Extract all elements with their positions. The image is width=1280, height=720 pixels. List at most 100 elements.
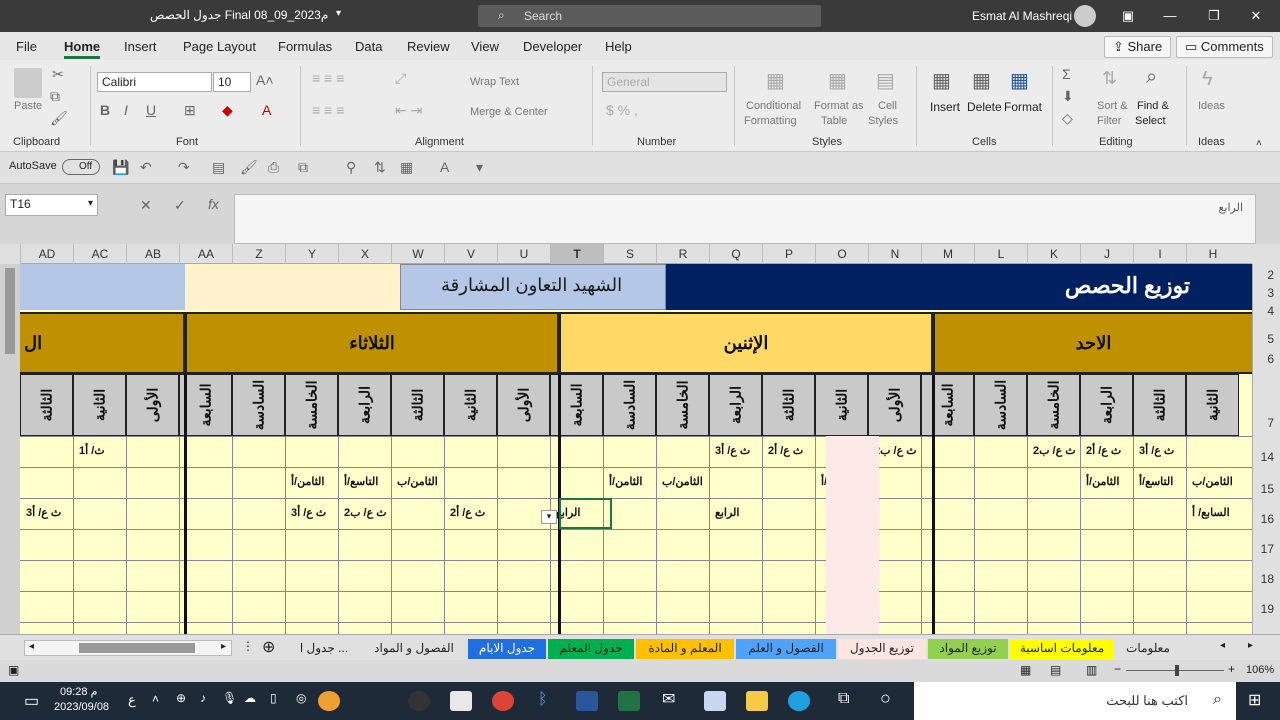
bluetooth-icon[interactable]: ᛒ — [538, 691, 548, 709]
period-header-j[interactable]: الرابعة — [1080, 374, 1133, 436]
column-header-w[interactable]: W — [391, 244, 444, 264]
menu-insert[interactable]: Insert — [124, 39, 157, 54]
row-header-15[interactable]: 15 — [1261, 482, 1274, 496]
share-button[interactable]: ⇪ Share — [1104, 36, 1172, 58]
notifications-icon[interactable]: ▭ — [24, 691, 39, 711]
comments-button[interactable]: ▭ Comments — [1176, 36, 1273, 58]
menu-formulas[interactable]: Formulas — [278, 39, 332, 54]
cloud-icon[interactable]: ☁ — [244, 691, 256, 705]
title-dropdown-icon[interactable]: ▾ — [336, 8, 341, 19]
row-header-2[interactable]: 2 — [1267, 268, 1274, 282]
macro-record-icon[interactable]: ▣ — [8, 663, 19, 677]
clock-time[interactable]: 09:28 م — [60, 685, 97, 698]
windows-start-icon[interactable]: ⊞ — [1248, 690, 1261, 710]
zoom-slider-thumb[interactable] — [1175, 665, 1179, 676]
copy-icon[interactable]: ⧉ — [50, 88, 60, 105]
ideas-icon[interactable]: ϟ — [1202, 68, 1213, 91]
weather-icon[interactable] — [318, 691, 340, 711]
scroll-right-icon[interactable]: ▸ — [221, 641, 226, 652]
restore-icon[interactable]: ❐ — [1204, 6, 1224, 26]
menu-review[interactable]: Review — [407, 39, 450, 54]
period-header-q[interactable]: الرابعة — [709, 374, 762, 436]
column-header-ab[interactable]: AB — [126, 244, 179, 264]
sheet-tab-8[interactable]: الفصول و المواد — [362, 639, 466, 659]
sheet-tab-1[interactable]: معلومات اساسية — [1010, 639, 1114, 659]
main-title-cell[interactable]: توزيع الحصص — [666, 264, 1252, 310]
cell-i-14[interactable]: 3ث ع/ أ — [1139, 444, 1174, 457]
align-left-icon[interactable]: ≡ ≡ ≡ — [312, 102, 344, 118]
formula-input[interactable]: الرابع — [234, 194, 1256, 244]
name-box[interactable]: T16 — [5, 194, 98, 216]
tab-scroll-left-icon[interactable]: ◂ — [1220, 640, 1225, 651]
paint-app-icon[interactable] — [450, 691, 472, 711]
page-layout-view-icon[interactable]: ▤ — [1050, 663, 1061, 677]
row-header-6[interactable]: 6 — [1267, 352, 1274, 366]
column-header-m[interactable]: M — [921, 244, 974, 264]
borders-icon[interactable]: ⊞ — [184, 102, 196, 119]
conditional-formatting-button[interactable]: Conditional — [746, 100, 801, 112]
period-header-p[interactable]: الثالثة — [762, 374, 815, 436]
sheet-tab-2[interactable]: توزيع المواد — [928, 639, 1008, 659]
conditional-formatting-icon[interactable]: ▦ — [766, 68, 785, 93]
tab-scroll-right-icon[interactable]: ▸ — [1248, 640, 1253, 651]
chrome-icon[interactable] — [492, 691, 514, 711]
vertical-scroll-thumb[interactable] — [5, 268, 15, 354]
brush-icon[interactable]: 🖌 — [240, 159, 258, 176]
column-header-s[interactable]: S — [603, 244, 656, 264]
period-header-l[interactable]: السادسة — [974, 374, 1027, 436]
menu-developer[interactable]: Developer — [523, 39, 582, 54]
paste-icon[interactable] — [14, 68, 42, 98]
day-header-monday[interactable]: الإثنين — [559, 312, 933, 374]
zoom-level[interactable]: 106% — [1246, 664, 1274, 676]
day-header-wednesday[interactable]: ال — [20, 312, 185, 374]
indent-icon[interactable]: ⇤ ⇥ — [395, 102, 422, 119]
format-table-button[interactable]: Format as — [814, 100, 864, 112]
row-header-17[interactable]: 17 — [1261, 542, 1274, 556]
format-cells-button[interactable]: Format — [1004, 100, 1042, 114]
cell-y-15[interactable]: الثامن/أ — [291, 475, 324, 488]
column-header-o[interactable]: O — [815, 244, 868, 264]
zoom-out-icon[interactable]: − — [1114, 662, 1121, 676]
cell-y-16[interactable]: 3ث ع/ أ — [291, 506, 326, 519]
scroll-left-icon[interactable]: ◂ — [29, 641, 34, 652]
column-header-p[interactable]: P — [762, 244, 815, 264]
zoom-in-icon[interactable]: + — [1228, 662, 1235, 676]
column-header-t[interactable]: T — [550, 244, 603, 264]
filter-icon[interactable]: ⚲ — [346, 159, 356, 176]
find-select-button[interactable]: Find & — [1137, 100, 1169, 112]
day-header-tuesday[interactable]: الثلاثاء — [185, 312, 559, 374]
row-header-19[interactable]: 19 — [1261, 602, 1274, 616]
page-break-view-icon[interactable]: ▥ — [1086, 663, 1097, 677]
format-painter-icon[interactable]: 🖌 — [50, 110, 68, 127]
row-header-7[interactable]: 7 — [1267, 416, 1274, 430]
cell-ad-16[interactable]: 3ث ع/ أ — [26, 506, 61, 519]
delete-cells-button[interactable]: Delete — [967, 100, 1002, 114]
cell-s-15[interactable]: الثامن/أ — [609, 475, 642, 488]
task-view-icon[interactable]: ⧉ — [838, 690, 849, 708]
column-header-v[interactable]: V — [444, 244, 497, 264]
autosum-icon[interactable]: Σ — [1062, 66, 1071, 82]
cell-j-15[interactable]: الثامن/أ — [1086, 475, 1119, 488]
cut-icon[interactable]: ✂ — [52, 66, 64, 83]
row-header-14[interactable]: 14 — [1261, 450, 1274, 464]
currency-icon[interactable]: $ % , — [606, 102, 638, 118]
period-header-ac[interactable]: الثانية — [73, 374, 126, 436]
day-header-sunday[interactable]: الاحد — [933, 312, 1252, 374]
period-header-v[interactable]: الثانية — [444, 374, 497, 436]
underline-icon[interactable]: U — [146, 102, 156, 118]
cell-p-14[interactable]: 2ث ع/ أ — [768, 444, 803, 457]
format-cells-icon[interactable]: ▦ — [1010, 68, 1029, 93]
sheet-tab-5[interactable]: المعلم و المادة — [636, 639, 734, 659]
period-header-z[interactable]: السادسة — [232, 374, 285, 436]
row-header-16[interactable]: 16 — [1261, 512, 1274, 526]
cell-w-15[interactable]: الثامن/ب — [397, 475, 438, 488]
sheet-tab-3[interactable]: توزيع الجدول — [838, 639, 926, 659]
sheet-grid[interactable]: الشهيد التعاون المشارقة توزيع الحصص ال ا… — [20, 264, 1252, 634]
cell-q-14[interactable]: 3ث ع/ أ — [715, 444, 750, 457]
row-header-4[interactable]: 4 — [1267, 304, 1274, 318]
period-header-r[interactable]: الخامسة — [656, 374, 709, 436]
file-explorer-icon[interactable] — [746, 691, 768, 711]
sort-filter-button[interactable]: Sort & — [1097, 100, 1128, 112]
edge-icon[interactable] — [788, 691, 810, 711]
column-header-ac[interactable]: AC — [73, 244, 126, 264]
